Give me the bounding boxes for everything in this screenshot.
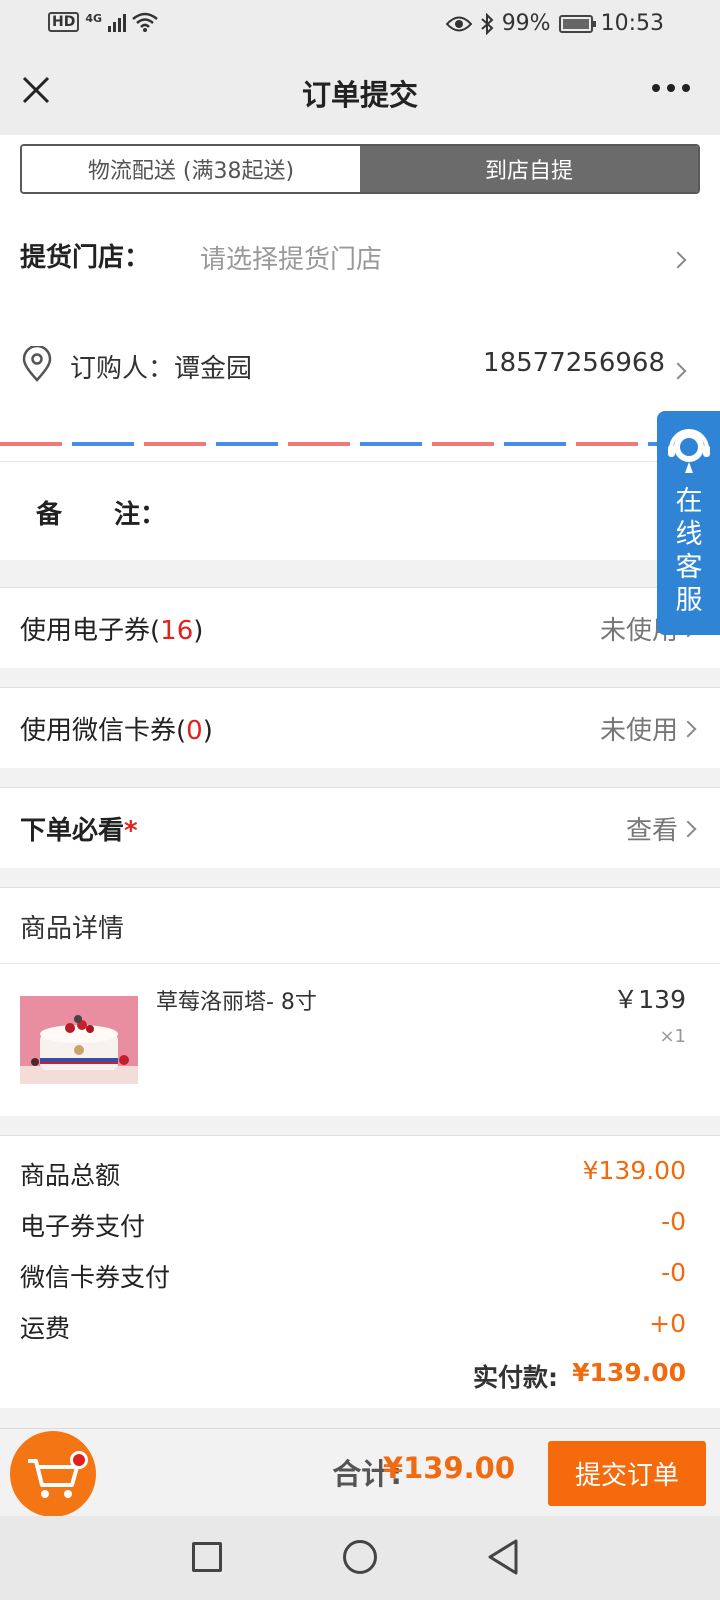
section-gap [0, 868, 720, 888]
goods-name: 草莓洛丽塔- 8寸 [156, 990, 317, 1015]
paid-label: 实付款: [473, 1363, 558, 1392]
network-type: 4G [85, 11, 103, 25]
paid-value: ¥139.00 [572, 1358, 686, 1387]
status-bar: HD 4G 99% 10:53 [0, 0, 720, 50]
clock: 10:53 [600, 11, 664, 36]
summary-row: 微信卡券支付 -0 [0, 1250, 720, 1301]
location-pin-icon [22, 346, 52, 382]
submit-order-button[interactable]: 提交订单 [548, 1441, 706, 1506]
headset-icon [668, 429, 710, 473]
wechat-card-row[interactable]: 使用微信卡券(0) 未使用 [0, 688, 720, 768]
recent-apps-icon[interactable] [192, 1542, 222, 1572]
summary-value: -0 [661, 1207, 686, 1236]
goods-item[interactable]: 草莓洛丽塔- 8寸 ￥139 ×1 [0, 964, 720, 1116]
wechat-card-status: 未使用 [599, 716, 678, 746]
signal-icon [108, 12, 127, 32]
summary-label: 微信卡券支付 [20, 1263, 171, 1292]
summary-label: 运费 [20, 1314, 71, 1343]
bluetooth-icon [481, 12, 494, 35]
goods-section: 商品详情 草莓洛丽塔- 8寸 ￥139 ×1 [0, 888, 720, 1116]
paid-total-row: 实付款: ¥139.00 [0, 1352, 720, 1398]
cart-badge [70, 1451, 88, 1469]
remark-label: 备 注： [36, 500, 167, 530]
delivery-tabs-section: 物流配送 (满38起送) 到店自提 [0, 135, 720, 207]
remark-row[interactable]: 备 注： [0, 462, 720, 560]
eye-icon [445, 16, 472, 31]
goods-header: 商品详情 [0, 888, 720, 964]
online-service-label: 在线客服 [675, 486, 703, 616]
wechat-card-label: 使用微信卡券(0) [20, 716, 213, 746]
hd-icon: HD [48, 12, 80, 32]
pickup-store-row[interactable]: 提货门店： 请选择提货门店 [0, 207, 720, 312]
nav-bar: 订单提交 [0, 50, 720, 135]
must-read-view: 查看 [625, 816, 678, 846]
section-gap [0, 668, 720, 688]
buyer-name: 订购人：谭金园 [70, 354, 253, 384]
chevron-right-icon [669, 251, 687, 269]
summary-label: 电子券支付 [20, 1212, 146, 1241]
summary-value: +0 [649, 1309, 686, 1338]
summary-row: 商品总额 ¥139.00 [0, 1148, 720, 1199]
total-value: ¥139.00 [382, 1451, 515, 1485]
goods-header-label: 商品详情 [20, 914, 125, 944]
delivery-tabs: 物流配送 (满38起送) 到店自提 [20, 144, 700, 194]
pickup-store-label: 提货门店： [20, 243, 151, 273]
goods-quantity: ×1 [659, 1026, 686, 1047]
status-left: HD 4G [48, 12, 158, 32]
more-icon[interactable] [652, 84, 690, 92]
cart-button[interactable] [10, 1431, 96, 1517]
order-page: 物流配送 (满38起送) 到店自提 提货门店： 请选择提货门店 订购人：谭金园 … [0, 135, 720, 1408]
tab-logistics[interactable]: 物流配送 (满38起送) [22, 146, 360, 192]
goods-price: ￥139 [613, 985, 686, 1014]
chevron-right-icon [679, 820, 697, 838]
coupon-row[interactable]: 使用电子券(16) 未使用 [0, 588, 720, 668]
section-gap [0, 560, 720, 588]
must-read-row[interactable]: 下单必看* 查看 [0, 788, 720, 868]
wifi-icon [132, 12, 158, 32]
page-title: 订单提交 [301, 78, 418, 112]
tab-pickup[interactable]: 到店自提 [360, 146, 698, 192]
price-summary: 商品总额 ¥139.00 电子券支付 -0 微信卡券支付 -0 运费 +0 实付… [0, 1136, 720, 1408]
pickup-store-placeholder: 请选择提货门店 [200, 245, 383, 275]
summary-label: 商品总额 [20, 1161, 121, 1190]
airmail-divider [0, 432, 720, 462]
summary-row: 运费 +0 [0, 1301, 720, 1352]
battery-percent: 99% [501, 11, 551, 36]
section-gap [0, 1116, 720, 1136]
coupon-count: 16 [160, 616, 194, 646]
home-icon[interactable] [343, 1540, 377, 1574]
bottom-bar: 合计: ¥139.00 提交订单 [0, 1428, 720, 1517]
wechat-card-count: 0 [186, 716, 203, 746]
chevron-right-icon [669, 362, 687, 380]
cart-icon [28, 1459, 79, 1498]
coupon-label: 使用电子券(16) [20, 616, 204, 646]
summary-value: ¥139.00 [582, 1156, 686, 1185]
summary-row: 电子券支付 -0 [0, 1199, 720, 1250]
chevron-right-icon [679, 720, 697, 738]
must-read-label: 下单必看* [20, 816, 138, 846]
cake-thumbnail [20, 996, 138, 1084]
battery-icon [558, 14, 596, 33]
online-service-button[interactable]: 在线客服 [657, 411, 720, 635]
section-gap [0, 768, 720, 788]
required-star: * [124, 816, 138, 846]
summary-value: -0 [661, 1258, 686, 1287]
status-right: 99% 10:53 [445, 11, 664, 36]
buyer-phone: 18577256968 [483, 348, 665, 378]
system-nav-bar [0, 1516, 720, 1600]
buyer-row[interactable]: 订购人：谭金园 18577256968 [0, 312, 720, 432]
back-icon[interactable] [486, 1538, 520, 1576]
